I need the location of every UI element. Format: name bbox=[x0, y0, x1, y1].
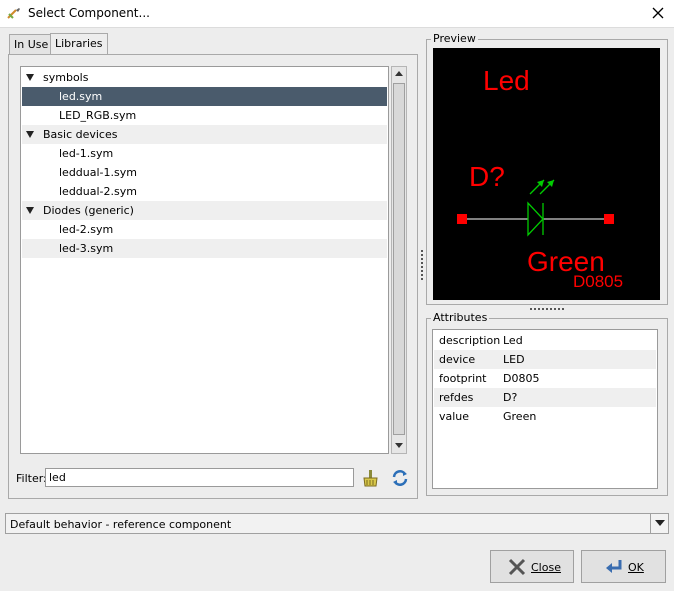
attribute-row[interactable]: device LED bbox=[434, 350, 656, 369]
attributes-table[interactable]: description Led device LED footprint D08… bbox=[432, 329, 658, 489]
attribute-value: Led bbox=[503, 334, 523, 347]
refresh-icon[interactable] bbox=[390, 468, 410, 488]
attribute-key: description bbox=[439, 334, 501, 347]
tree-group-basic-devices[interactable]: Basic devices bbox=[22, 125, 387, 144]
tree-item-led-3-sym[interactable]: led-3.sym bbox=[22, 239, 387, 258]
tab-in-use[interactable]: In Use bbox=[9, 34, 54, 54]
attribute-value: D? bbox=[503, 391, 518, 404]
attribute-row[interactable]: value Green bbox=[434, 407, 656, 426]
tree-item-leddual-2-sym[interactable]: leddual-2.sym bbox=[22, 182, 387, 201]
tree-scrollbar[interactable] bbox=[391, 66, 407, 454]
attribute-row[interactable]: footprint D0805 bbox=[434, 369, 656, 388]
symbol-preview-canvas: Led D? Green D0805 bbox=[433, 48, 660, 300]
behavior-selected-value: Default behavior - reference component bbox=[10, 518, 232, 531]
chevron-down-icon[interactable] bbox=[650, 514, 668, 533]
horizontal-splitter-handle[interactable] bbox=[530, 308, 564, 311]
tree-item-leddual-1-sym[interactable]: leddual-1.sym bbox=[22, 163, 387, 182]
attribute-key: footprint bbox=[439, 372, 487, 385]
close-button-label: Close bbox=[531, 561, 561, 574]
close-x-icon bbox=[508, 558, 526, 576]
attribute-value: Green bbox=[503, 410, 537, 423]
clear-filter-broom-icon[interactable] bbox=[360, 468, 380, 488]
scroll-thumb[interactable] bbox=[393, 83, 405, 435]
filter-input[interactable] bbox=[45, 468, 354, 487]
tree-item-led-2-sym[interactable]: led-2.sym bbox=[22, 220, 387, 239]
attribute-key: refdes bbox=[439, 391, 474, 404]
tab-libraries[interactable]: Libraries bbox=[50, 33, 108, 55]
preview-name-text: Led bbox=[483, 65, 530, 96]
attributes-title: Attributes bbox=[431, 311, 490, 324]
title-bar: Select Component... bbox=[0, 0, 674, 28]
window-close-icon[interactable] bbox=[643, 0, 673, 28]
app-icon bbox=[7, 8, 20, 19]
attribute-key: device bbox=[439, 353, 476, 366]
ok-button-label: OK bbox=[628, 561, 644, 574]
attribute-value: D0805 bbox=[503, 372, 540, 385]
tree-group-symbols[interactable]: symbols bbox=[22, 68, 387, 87]
attribute-value: LED bbox=[503, 353, 525, 366]
preview-refdes-text: D? bbox=[469, 161, 505, 192]
tree-group-diodes-generic[interactable]: Diodes (generic) bbox=[22, 201, 387, 220]
preview-title: Preview bbox=[431, 32, 478, 45]
attribute-key: value bbox=[439, 410, 470, 423]
expand-triangle-icon[interactable] bbox=[26, 74, 34, 81]
expand-triangle-icon[interactable] bbox=[26, 207, 34, 214]
vertical-splitter-handle[interactable] bbox=[421, 250, 424, 282]
ok-button[interactable]: OK bbox=[581, 550, 666, 583]
enter-arrow-icon bbox=[606, 560, 622, 573]
preview-footprint-text: D0805 bbox=[573, 272, 623, 291]
symbol-tree[interactable]: symbols led.sym LED_RGB.sym Basic device… bbox=[20, 66, 389, 454]
scroll-up-icon[interactable] bbox=[393, 68, 405, 80]
tree-item-led-sym[interactable]: led.sym bbox=[22, 87, 387, 106]
tree-item-led-rgb-sym[interactable]: LED_RGB.sym bbox=[22, 106, 387, 125]
tree-item-led-1-sym[interactable]: led-1.sym bbox=[22, 144, 387, 163]
behavior-dropdown[interactable]: Default behavior - reference component bbox=[5, 513, 669, 534]
scroll-down-icon[interactable] bbox=[393, 439, 405, 451]
window-title: Select Component... bbox=[28, 6, 150, 20]
filter-label: Filter: bbox=[16, 472, 47, 485]
attribute-row[interactable]: refdes D? bbox=[434, 388, 656, 407]
expand-triangle-icon[interactable] bbox=[26, 131, 34, 138]
close-button[interactable]: Close bbox=[490, 550, 574, 583]
attribute-row[interactable]: description Led bbox=[434, 331, 656, 350]
